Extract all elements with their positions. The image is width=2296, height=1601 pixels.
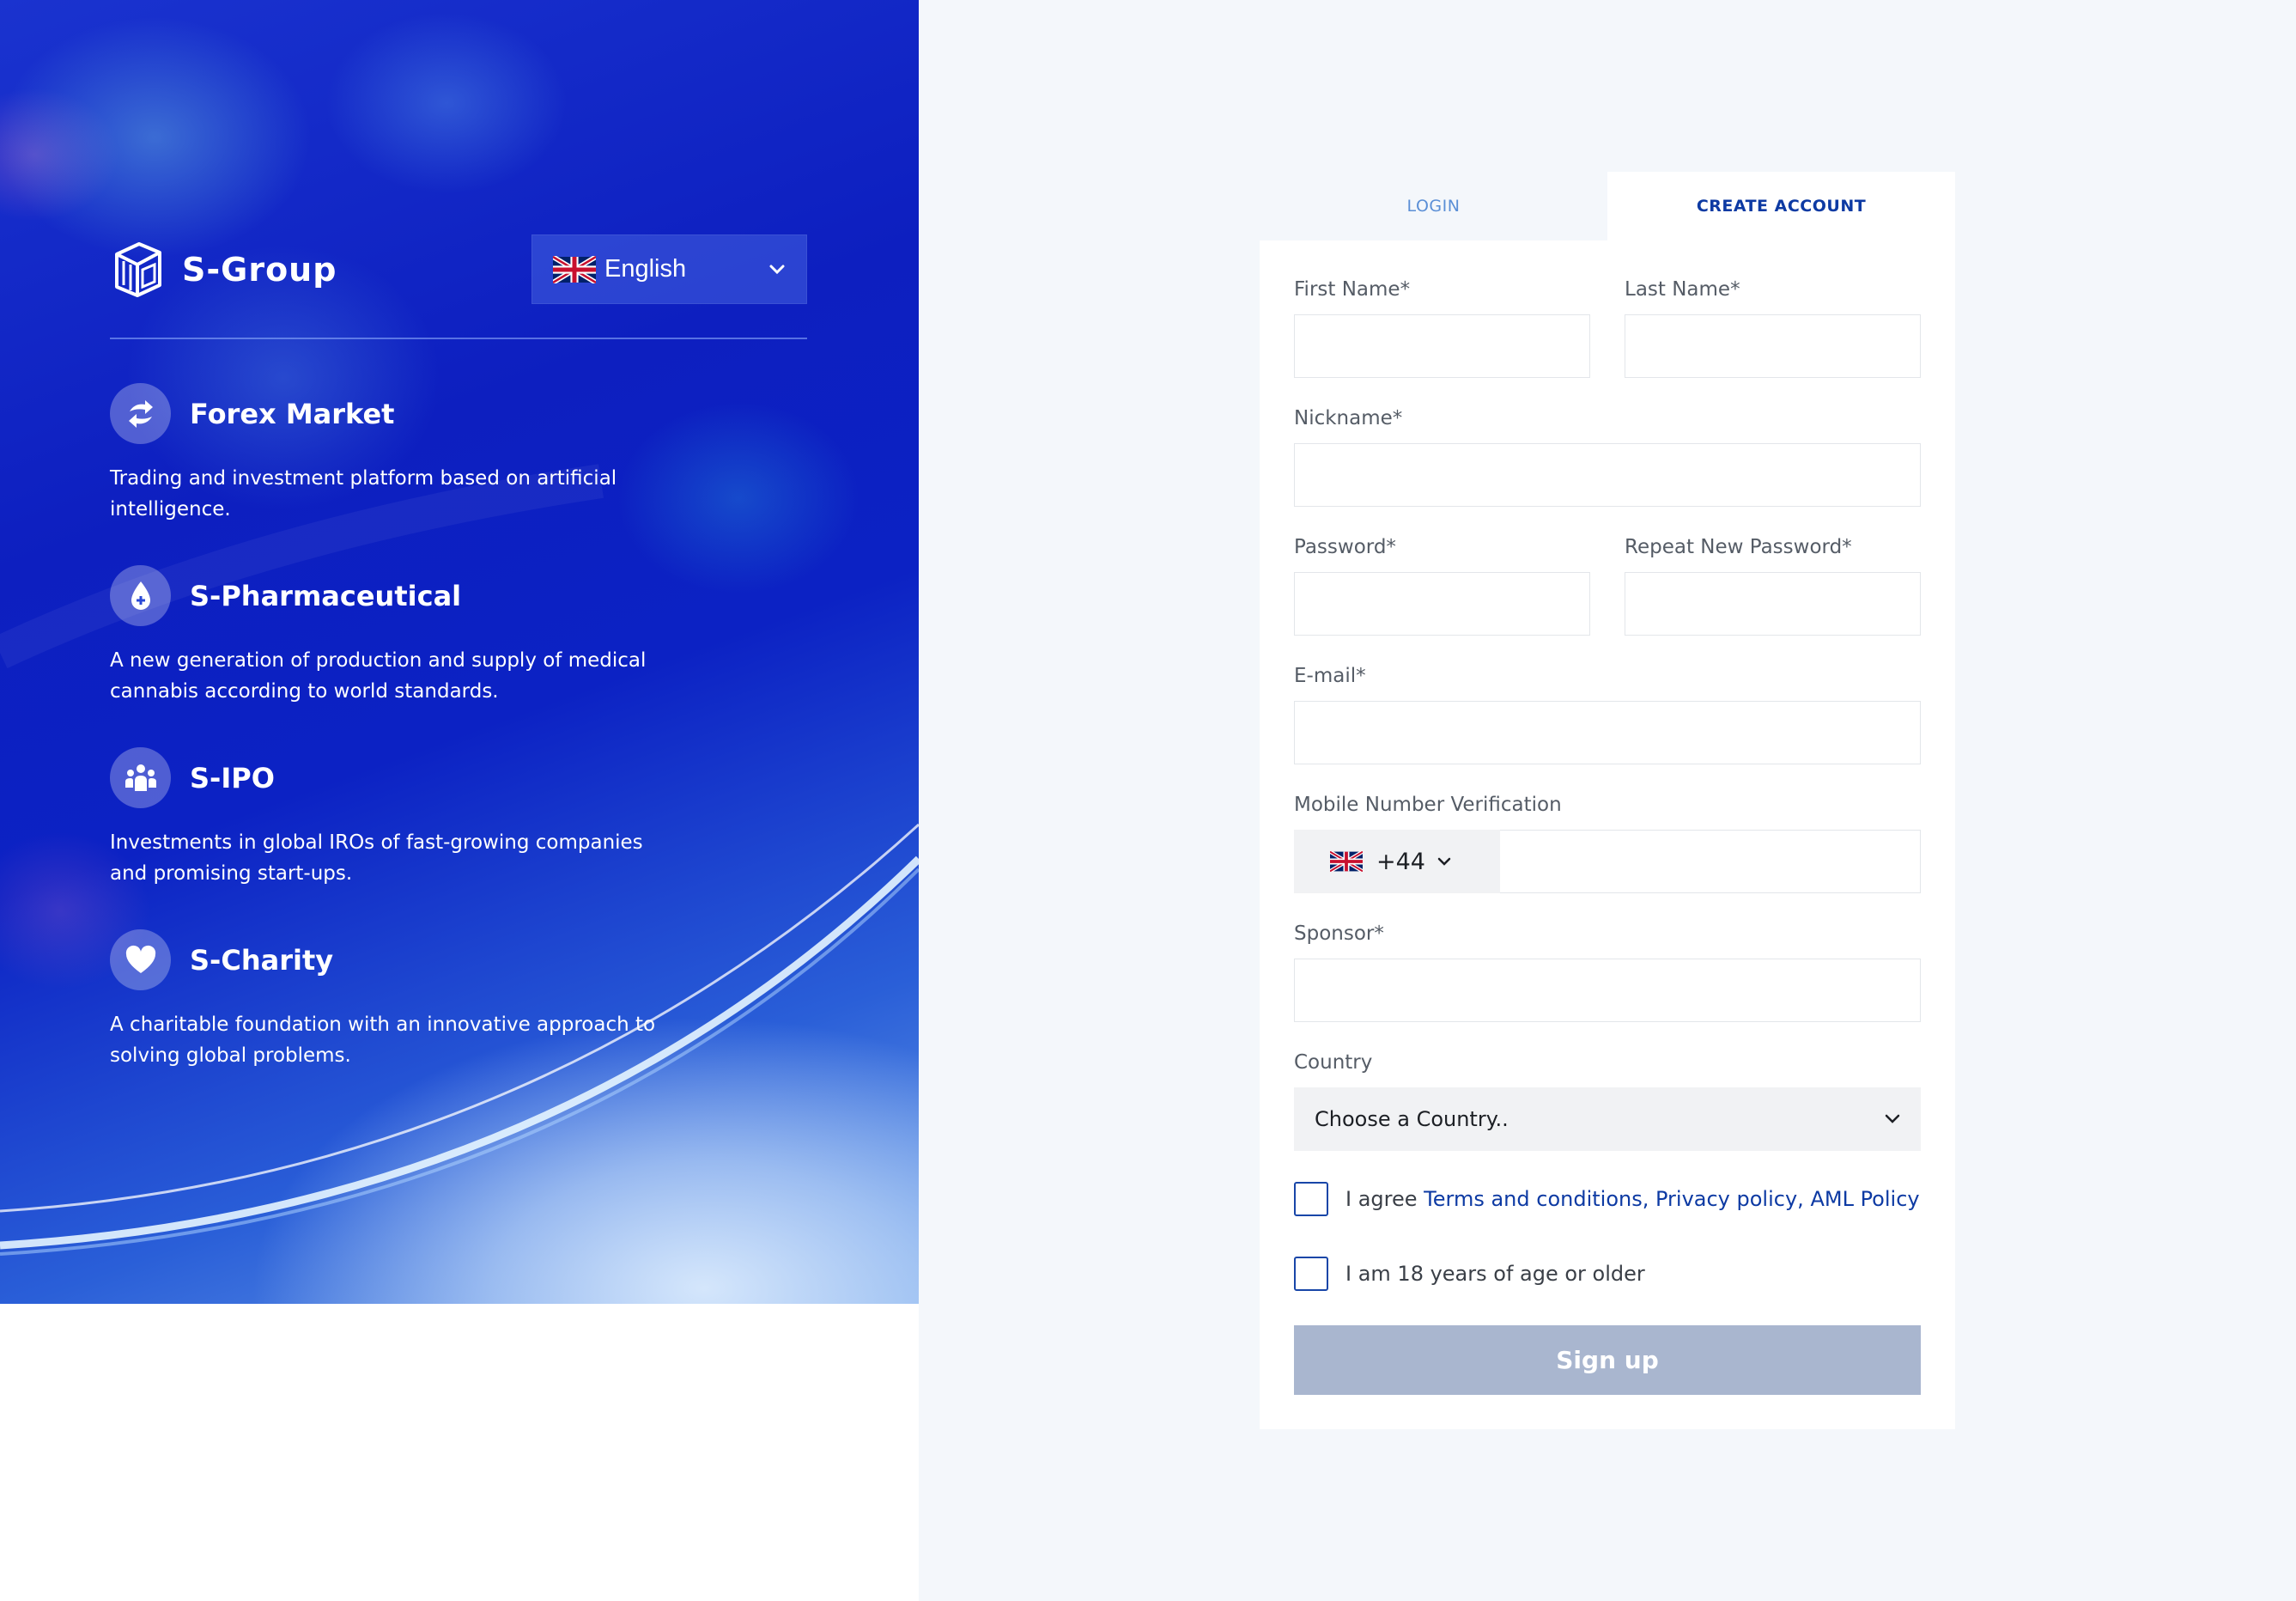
exchange-arrows-icon [110,383,171,444]
feature-forex-market: Forex Market Trading and investment plat… [110,383,677,525]
aml-policy-link[interactable]: AML Policy [1810,1187,1919,1211]
mobile-label: Mobile Number Verification [1294,794,1562,816]
sponsor-label: Sponsor* [1294,922,1384,945]
country-select[interactable]: Choose a Country.. [1294,1087,1921,1151]
terms-agreement-row: I agree Terms and conditions, Privacy po… [1294,1182,1920,1216]
brand-name: S-Group [182,251,337,289]
tab-create-account[interactable]: CREATE ACCOUNT [1607,172,1955,240]
country-label: Country [1294,1051,1373,1074]
language-selector[interactable]: English [531,234,807,304]
chevron-down-icon [769,265,785,274]
uk-flag-icon [553,255,596,283]
feature-s-pharmaceutical: S-Pharmaceutical A new generation of pro… [110,565,677,707]
sponsor-input[interactable] [1294,959,1921,1022]
email-label: E-mail* [1294,665,1366,687]
feature-title: S-IPO [190,761,275,794]
auth-tabs: LOGIN CREATE ACCOUNT [1260,172,1955,240]
terms-text: I agree Terms and conditions, Privacy po… [1345,1187,1920,1211]
sign-up-button[interactable]: Sign up [1294,1325,1921,1395]
first-name-input[interactable] [1294,314,1590,378]
age-confirmation-row: I am 18 years of age or older [1294,1257,1645,1291]
password-input[interactable] [1294,572,1590,636]
feature-description: A new generation of production and suppl… [110,649,647,703]
feature-description: Investments in global IROs of fast-growi… [110,831,643,885]
uk-flag-icon [1330,851,1363,872]
hero-divider [110,338,807,339]
s-group-logo-icon [115,242,161,297]
nickname-label: Nickname* [1294,407,1403,429]
brand-logo[interactable]: S-Group [110,240,337,299]
password-label: Password* [1294,536,1396,558]
feature-title: Forex Market [190,397,395,430]
country-placeholder: Choose a Country.. [1315,1107,1509,1131]
language-label: English [604,255,687,283]
feature-description: A charitable foundation with an innovati… [110,1014,656,1067]
terms-link[interactable]: Terms and conditions, [1424,1187,1649,1211]
signup-form: First Name* Last Name* Nickname* Passwor… [1260,240,1955,1429]
repeat-password-input[interactable] [1625,572,1921,636]
medical-drop-icon [110,565,171,626]
people-group-icon [110,747,171,808]
terms-checkbox[interactable] [1294,1182,1328,1216]
hero-panel: S-Group English Forex Market Trading and… [0,0,919,1304]
chevron-down-icon [1885,1114,1900,1123]
tab-login[interactable]: LOGIN [1260,172,1607,240]
first-name-label: First Name* [1294,278,1411,301]
chevron-down-icon [1437,857,1451,866]
heart-icon [110,929,171,990]
feature-title: S-Charity [190,943,334,977]
repeat-password-label: Repeat New Password* [1625,536,1852,558]
feature-s-charity: S-Charity A charitable foundation with a… [110,929,677,1071]
privacy-policy-link[interactable]: Privacy policy, [1655,1187,1804,1211]
phone-country-code-selector[interactable]: +44 [1294,830,1500,893]
last-name-label: Last Name* [1625,278,1740,301]
nickname-input[interactable] [1294,443,1921,507]
age-checkbox[interactable] [1294,1257,1328,1291]
phone-code: +44 [1376,848,1425,875]
age-label: I am 18 years of age or older [1345,1262,1645,1286]
last-name-input[interactable] [1625,314,1921,378]
feature-description: Trading and investment platform based on… [110,467,617,520]
feature-title: S-Pharmaceutical [190,579,462,612]
feature-s-ipo: S-IPO Investments in global IROs of fast… [110,747,677,889]
email-input[interactable] [1294,701,1921,764]
